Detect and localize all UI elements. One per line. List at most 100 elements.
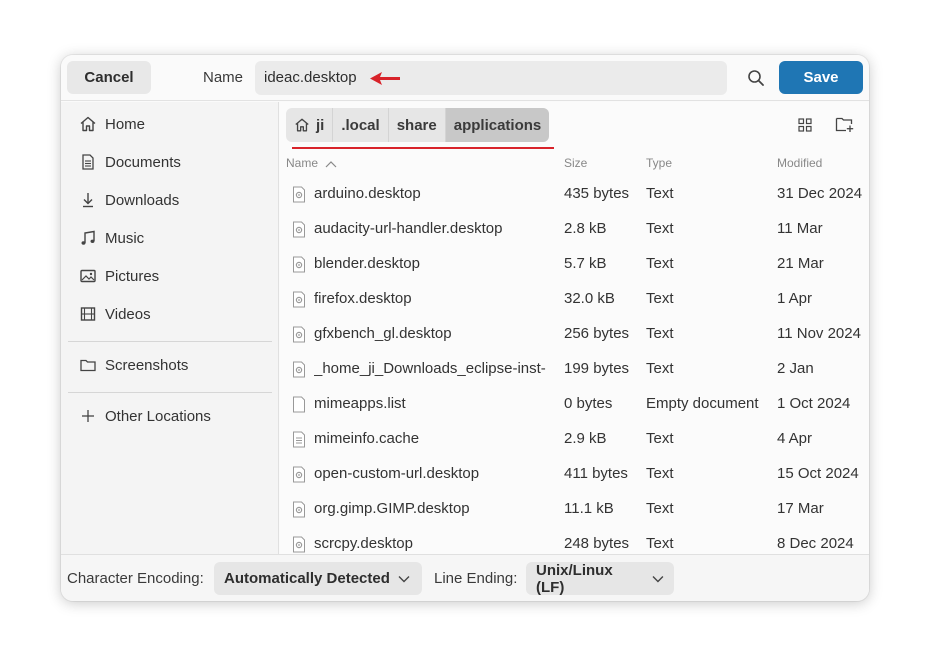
sidebar-item-label: Videos (105, 305, 151, 323)
file-type: Text (646, 360, 674, 377)
file-modified: 31 Dec 2024 (777, 185, 863, 202)
file-type: Text (646, 535, 674, 552)
grid-view-icon[interactable] (797, 117, 813, 133)
sidebar-item-videos[interactable]: Videos (79, 302, 151, 326)
file-size: 199 bytes (564, 360, 630, 377)
desktop-file-icon (293, 466, 305, 483)
file-name: gfxbench_gl.desktop (314, 325, 452, 342)
save-file-dialog: Cancel Name ideac.desktop Save Home Docu… (61, 55, 869, 601)
annotation-underline (292, 147, 554, 149)
column-header-name[interactable]: Name (286, 156, 337, 170)
column-header-size[interactable]: Size (564, 156, 587, 170)
file-name: _home_ji_Downloads_eclipse-inst- (314, 360, 546, 377)
sidebar-item-screenshots[interactable]: Screenshots (79, 353, 188, 377)
file-type: Empty document (646, 395, 759, 412)
column-header-type[interactable]: Type (646, 156, 672, 170)
file-modified: 11 Mar (777, 220, 823, 237)
file-name-input[interactable]: ideac.desktop (255, 61, 727, 95)
file-name: org.gimp.GIMP.desktop (314, 500, 470, 517)
desktop-file-icon (293, 326, 305, 343)
search-icon[interactable] (746, 68, 766, 88)
sidebar-item-downloads[interactable]: Downloads (79, 188, 179, 212)
document-icon (82, 154, 94, 170)
file-size: 2.8 kB (564, 220, 607, 237)
file-size: 435 bytes (564, 185, 630, 202)
new-folder-icon[interactable] (835, 115, 855, 133)
sidebar-item-label: Pictures (105, 267, 160, 285)
file-type: Text (646, 220, 674, 237)
line-ending-label: Line Ending: (434, 570, 518, 587)
breadcrumb-item-local[interactable]: .local (333, 108, 389, 142)
sidebar-item-label: Documents (105, 153, 181, 171)
sidebar-item-music[interactable]: Music (79, 226, 144, 250)
file-modified: 1 Apr (777, 290, 813, 307)
breadcrumb-item-applications[interactable]: applications (445, 108, 550, 142)
encoding-label: Character Encoding: (67, 570, 204, 587)
sidebar-item-label: Home (105, 115, 146, 133)
file-type: Text (646, 255, 674, 272)
file-modified: 4 Apr (777, 430, 813, 447)
file-size: 256 bytes (564, 325, 630, 342)
encoding-dropdown[interactable]: Automatically Detected (214, 562, 422, 595)
sidebar-item-pictures[interactable]: Pictures (79, 264, 159, 288)
file-size: 32.0 kB (564, 290, 615, 307)
file-name: arduino.desktop (314, 185, 421, 202)
file-size: 248 bytes (564, 535, 630, 552)
desktop-file-icon (293, 361, 305, 378)
file-size: 11.1 kB (564, 500, 614, 517)
sidebar-item-home[interactable]: Home (79, 112, 145, 136)
table-row[interactable]: org.gimp.GIMP.desktop 11.1 kB Text 17 Mar (280, 492, 869, 527)
table-row[interactable]: open-custom-url.desktop 411 bytes Text 15 O… (280, 457, 869, 492)
pictures-icon (80, 269, 96, 283)
sidebar-divider (68, 341, 272, 342)
column-header-modified[interactable]: Modified (777, 156, 822, 170)
file-size: 5.7 kB (564, 255, 607, 272)
line-ending-value: Unix/Linux (LF) (536, 561, 613, 596)
desktop-file-icon (293, 501, 305, 518)
breadcrumb-item-share[interactable]: share (389, 108, 446, 142)
file-type: Text (646, 430, 674, 447)
desktop-file-icon (293, 221, 305, 238)
table-row[interactable]: audacity-url-handler.desktop 2.8 kB Text 11… (280, 212, 869, 247)
file-name: audacity-url-handler.desktop (314, 220, 503, 237)
cancel-button[interactable]: Cancel (67, 61, 151, 94)
desktop-file-icon (293, 291, 305, 308)
file-name: mimeapps.list (314, 395, 406, 412)
table-row[interactable]: gfxbench_gl.desktop 256 bytes Text 11 Nov 2… (280, 317, 869, 352)
chevron-down-icon (398, 575, 410, 582)
breadcrumb-item-home[interactable]: ji (286, 108, 334, 142)
header-bar: Cancel Name ideac.desktop Save (61, 55, 869, 101)
desktop-file-icon (293, 536, 305, 553)
file-size: 411 bytes (564, 465, 628, 482)
table-row[interactable]: mimeapps.list 0 bytes Empty document 1 Oct … (280, 387, 869, 422)
footer-bar: Character Encoding: Automatically Detect… (61, 554, 869, 601)
file-size: 0 bytes (564, 395, 613, 412)
table-row[interactable]: _home_ji_Downloads_eclipse-inst- 199 byte… (280, 352, 869, 387)
file-modified: 21 Mar (777, 255, 824, 272)
sidebar-item-documents[interactable]: Documents (79, 150, 181, 174)
file-modified: 15 Oct 2024 (777, 465, 859, 482)
file-modified: 8 Dec 2024 (777, 535, 854, 552)
table-row[interactable]: firefox.desktop 32.0 kB Text 1 Apr (280, 282, 869, 317)
file-modified: 1 Oct 2024 (777, 395, 851, 412)
file-modified: 17 Mar (777, 500, 824, 517)
line-ending-dropdown[interactable]: Unix/Linux (LF) (526, 561, 674, 596)
table-row[interactable]: blender.desktop 5.7 kB Text 21 Mar (280, 247, 869, 282)
file-name: blender.desktop (314, 255, 420, 272)
table-row[interactable]: mimeinfo.cache 2.9 kB Text 4 Apr (280, 422, 869, 457)
table-row[interactable]: arduino.desktop 435 bytes Text 31 Dec 2024 (280, 177, 869, 212)
sidebar-item-label: Music (105, 229, 145, 247)
desktop-file-icon (293, 256, 305, 273)
table-row[interactable]: scrcpy.desktop 248 bytes Text 8 Dec 2024 (280, 527, 869, 554)
file-type: Text (646, 465, 674, 482)
file-name: mimeinfo.cache (314, 430, 420, 447)
sidebar-item-label: Downloads (105, 191, 180, 209)
save-button[interactable]: Save (779, 61, 863, 94)
home-icon (80, 116, 96, 132)
file-name: open-custom-url.desktop (314, 465, 480, 482)
empty-file-icon (293, 396, 305, 413)
sidebar-item-label: Screenshots (105, 356, 189, 374)
file-name: scrcpy.desktop (314, 535, 413, 552)
plus-icon (82, 410, 94, 422)
sidebar-item-other-locations[interactable]: Other Locations (79, 404, 211, 428)
